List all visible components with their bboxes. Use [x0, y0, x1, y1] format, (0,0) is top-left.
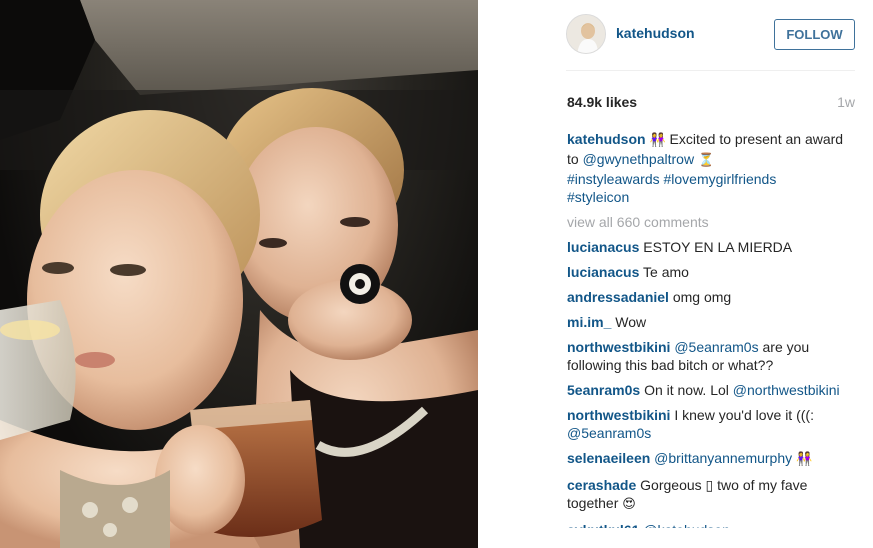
comments-list: katehudson 👭 Excited to present an award…	[567, 130, 857, 546]
comment-item: selenaeileen @brittanyannemurphy 👭	[567, 449, 857, 469]
comment-text: Wow	[615, 314, 647, 330]
comment-mention[interactable]: @5eanram0s	[567, 425, 651, 441]
comment-mention[interactable]: @northwestbikini	[733, 382, 840, 398]
comment-text: Te amo	[643, 264, 689, 280]
comment-item: lucianacus Te amo	[567, 263, 857, 281]
follow-button[interactable]: FOLLOW	[774, 19, 855, 50]
profile-photo-icon	[567, 15, 605, 53]
comment-item: 5eanram0s On it now. Lol @northwestbikin…	[567, 381, 857, 399]
comment-item: northwestbikini @5eanram0s are you follo…	[567, 338, 857, 374]
hashtag[interactable]: #styleicon	[567, 189, 629, 205]
heart-eyes-emoji-icon: 😍	[622, 497, 636, 512]
comment-username[interactable]: mi.im_	[567, 314, 611, 330]
view-all-comments-link[interactable]: view all 660 comments	[567, 213, 857, 231]
women-emoji-icon: 👭	[796, 452, 813, 467]
likes-count[interactable]: 84.9k likes	[567, 94, 637, 110]
comment-item: cerashade Gorgeous ▯ two of my fave toge…	[567, 476, 857, 514]
hashtag[interactable]: #lovemygirlfriends	[664, 171, 777, 187]
comments-footer	[566, 528, 855, 548]
post-age[interactable]: 1w	[837, 94, 855, 110]
comment-text: I knew you'd love it (((:	[674, 407, 814, 423]
hourglass-emoji-icon: ⏳	[697, 153, 715, 168]
comment-item: mi.im_ Wow	[567, 313, 857, 331]
post-header: katehudson FOLLOW	[478, 0, 873, 70]
hashtag[interactable]: #instyleawards	[567, 171, 660, 187]
comment-username[interactable]: lucianacus	[567, 239, 639, 255]
comment-item: andressadaniel omg omg	[567, 288, 857, 306]
comment-mention[interactable]: @brittanyannemurphy	[654, 450, 792, 466]
post-details-panel: katehudson FOLLOW 84.9k likes 1w katehud…	[478, 0, 873, 548]
caption-mention[interactable]: @gwynethpaltrow	[583, 151, 695, 167]
comment-username[interactable]: northwestbikini	[567, 339, 670, 355]
post-photo[interactable]	[0, 0, 478, 548]
comment-item: lucianacus ESTOY EN LA MIERDA	[567, 238, 857, 256]
comment-text: On it now. Lol	[644, 382, 729, 398]
comment-username[interactable]: northwestbikini	[567, 407, 670, 423]
comment-username[interactable]: selenaeileen	[567, 450, 650, 466]
avatar[interactable]	[566, 14, 606, 54]
comment-username[interactable]: cerashade	[567, 477, 636, 493]
comment-item: northwestbikini I knew you'd love it (((…	[567, 406, 857, 442]
comment-username[interactable]: andressadaniel	[567, 289, 669, 305]
header-divider	[566, 70, 855, 71]
women-emoji-icon: 👭	[649, 133, 666, 148]
caption: katehudson 👭 Excited to present an award…	[567, 130, 857, 206]
comment-username[interactable]: lucianacus	[567, 264, 639, 280]
comment-mention[interactable]: @5eanram0s	[674, 339, 758, 355]
comment-text: ESTOY EN LA MIERDA	[643, 239, 793, 255]
selfie-photo-illustration	[0, 0, 478, 548]
post-username[interactable]: katehudson	[616, 25, 695, 41]
comment-username[interactable]: 5eanram0s	[567, 382, 640, 398]
comment-text: omg omg	[672, 289, 732, 305]
caption-username[interactable]: katehudson	[567, 131, 646, 147]
